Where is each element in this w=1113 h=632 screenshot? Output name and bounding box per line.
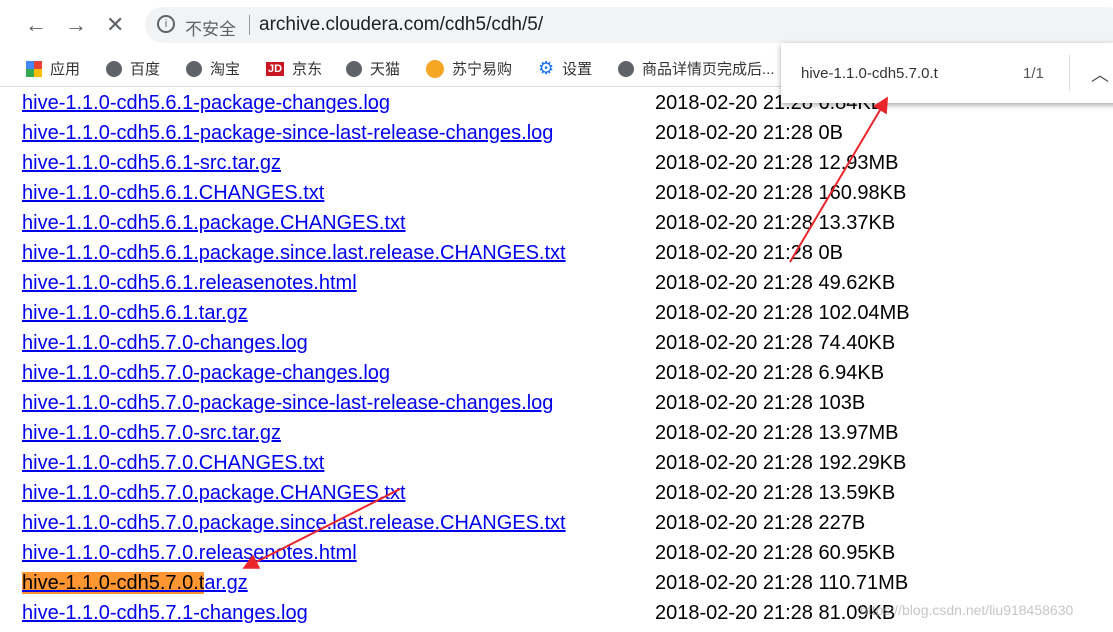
file-link[interactable]: hive-1.1.0-cdh5.6.1-src.tar.gz: [22, 152, 281, 175]
file-meta: 2018-02-20 21:28 102.04MB: [655, 302, 910, 324]
file-link[interactable]: hive-1.1.0-cdh5.7.1-changes.log: [22, 602, 308, 625]
forward-button[interactable]: →: [65, 12, 87, 38]
table-row: hive-1.1.0-cdh5.7.0.CHANGES.txt 2018-02-2…: [0, 452, 1000, 482]
bookmark-label: 商品详情页完成后...: [642, 61, 775, 78]
jd-logo-icon: JD: [266, 61, 285, 76]
bookmark-2[interactable]: 淘宝: [186, 58, 240, 79]
file-link[interactable]: hive-1.1.0-cdh5.7.0-package-since-last-r…: [22, 392, 553, 415]
file-link[interactable]: hive-1.1.0-cdh5.7.0-src.tar.gz: [22, 422, 281, 445]
table-row: hive-1.1.0-cdh5.7.0-changes.log 2018-02-2…: [0, 332, 1000, 362]
file-meta: 2018-02-20 21:28 192.29KB: [655, 452, 907, 474]
suning-icon: [426, 59, 444, 78]
file-link[interactable]: hive-1.1.0-cdh5.6.1.tar.gz: [22, 302, 248, 325]
globe-icon: [186, 60, 202, 77]
table-row: hive-1.1.0-cdh5.7.1-changes.log 2018-02-2…: [0, 602, 1000, 632]
bookmark-label: 苏宁易购: [452, 61, 513, 78]
file-link[interactable]: hive-1.1.0-cdh5.6.1.releasenotes.html: [22, 272, 357, 295]
bookmark-label: 设置: [562, 61, 593, 78]
table-row: hive-1.1.0-cdh5.7.0.package.CHANGES.txt 2…: [0, 482, 1000, 512]
file-link[interactable]: hive-1.1.0-cdh5.7.0.package.CHANGES.txt: [22, 482, 406, 505]
file-meta: 2018-02-20 21:28 0B: [655, 122, 843, 144]
table-row: hive-1.1.0-cdh5.6.1.tar.gz 2018-02-20 21:…: [0, 302, 1000, 332]
table-row: hive-1.1.0-cdh5.6.1.releasenotes.html 201…: [0, 272, 1000, 302]
file-meta: 2018-02-20 21:28 160.98KB: [655, 182, 907, 204]
file-link[interactable]: hive-1.1.0-cdh5.7.0.CHANGES.txt: [22, 452, 324, 475]
table-row: hive-1.1.0-cdh5.7.0-package-changes.log 2…: [0, 362, 1000, 392]
bookmark-3[interactable]: JD 京东: [266, 58, 322, 79]
table-row: hive-1.1.0-cdh5.7.0.package.since.last.r…: [0, 512, 1000, 542]
globe-icon: [346, 60, 362, 77]
file-link[interactable]: hive-1.1.0-cdh5.7.0.releasenotes.html: [22, 542, 357, 565]
bookmark-4[interactable]: 天猫: [346, 58, 400, 79]
table-row: hive-1.1.0-cdh5.6.1.CHANGES.txt 2018-02-2…: [0, 182, 1000, 212]
address-bar[interactable]: i 不安全 archive.cloudera.com/cdh5/cdh/5/: [145, 7, 1113, 43]
file-meta: 2018-02-20 21:28 74.40KB: [655, 332, 896, 354]
find-input[interactable]: hive-1.1.0-cdh5.7.0.t: [801, 65, 938, 82]
bookmark-label: 淘宝: [210, 61, 241, 78]
file-meta: 2018-02-20 21:28 13.37KB: [655, 212, 896, 234]
stop-button[interactable]: ✕: [106, 12, 124, 38]
globe-icon: [106, 60, 122, 77]
file-meta: 2018-02-20 21:28 13.97MB: [655, 422, 899, 444]
bookmark-6[interactable]: ⚙ 设置: [538, 58, 592, 79]
bookmark-5[interactable]: 苏宁易购: [426, 58, 512, 79]
file-meta: 2018-02-20 21:28 0B: [655, 242, 843, 264]
file-meta: 2018-02-20 21:28 110.71MB: [655, 572, 909, 594]
bookmark-label: 应用: [50, 61, 81, 78]
back-button[interactable]: ←: [25, 12, 47, 38]
find-highlight: hive-1.1.0-cdh5.7.0.t: [22, 572, 205, 594]
find-match-count: 1/1: [1023, 65, 1044, 82]
file-meta: 2018-02-20 21:28 6.94KB: [655, 362, 885, 384]
table-row: hive-1.1.0-cdh5.6.1.package.since.last.r…: [0, 242, 1000, 272]
table-row: hive-1.1.0-cdh5.7.0-src.tar.gz 2018-02-20…: [0, 422, 1000, 452]
file-meta: 2018-02-20 21:28 49.62KB: [655, 272, 896, 294]
divider: [1069, 55, 1070, 91]
chevron-up-icon[interactable]: ︿: [1091, 61, 1109, 87]
bookmark-0[interactable]: 应用: [26, 58, 80, 79]
find-bar: hive-1.1.0-cdh5.7.0.t 1/1 ︿: [781, 43, 1113, 103]
file-link[interactable]: hive-1.1.0-cdh5.6.1.package.CHANGES.txt: [22, 212, 406, 235]
globe-icon: [618, 60, 634, 77]
table-row: hive-1.1.0-cdh5.7.0.releasenotes.html 201…: [0, 542, 1000, 572]
file-link[interactable]: hive-1.1.0-cdh5.6.1-package-since-last-r…: [22, 122, 553, 145]
gear-icon: ⚙: [538, 58, 555, 78]
file-meta: 2018-02-20 21:28 13.59KB: [655, 482, 896, 504]
table-row: hive-1.1.0-cdh5.7.0-package-since-last-r…: [0, 392, 1000, 422]
bookmark-7[interactable]: 商品详情页完成后...: [618, 58, 775, 79]
table-row: hive-1.1.0-cdh5.6.1.package.CHANGES.txt 2…: [0, 212, 1000, 242]
file-link[interactable]: hive-1.1.0-cdh5.7.0-changes.log: [22, 332, 308, 355]
watermark: https://blog.csdn.net/liu918458630: [860, 602, 1074, 618]
table-row: hive-1.1.0-cdh5.7.0.tar.gz 2018-02-20 21:…: [0, 572, 1000, 602]
table-row: hive-1.1.0-cdh5.6.1-package-since-last-r…: [0, 122, 1000, 152]
file-link[interactable]: hive-1.1.0-cdh5.6.1-package-changes.log: [22, 92, 390, 115]
file-link[interactable]: hive-1.1.0-cdh5.7.0.package.since.last.r…: [22, 512, 566, 535]
table-row: hive-1.1.0-cdh5.6.1-src.tar.gz 2018-02-20…: [0, 152, 1000, 182]
divider: [249, 15, 250, 35]
file-meta: 2018-02-20 21:28 12.93MB: [655, 152, 899, 174]
apps-grid-icon: [26, 60, 42, 77]
file-meta: 2018-02-20 21:28 60.95KB: [655, 542, 896, 564]
file-link[interactable]: hive-1.1.0-cdh5.7.0-package-changes.log: [22, 362, 390, 385]
bookmark-label: 京东: [292, 61, 323, 78]
bookmark-1[interactable]: 百度: [106, 58, 160, 79]
file-meta: 2018-02-20 21:28 227B: [655, 512, 866, 534]
file-link[interactable]: hive-1.1.0-cdh5.6.1.CHANGES.txt: [22, 182, 324, 205]
file-meta: 2018-02-20 21:28 103B: [655, 392, 866, 414]
bookmark-label: 天猫: [370, 61, 401, 78]
url-text[interactable]: archive.cloudera.com/cdh5/cdh/5/: [259, 14, 543, 36]
file-link[interactable]: hive-1.1.0-cdh5.6.1.package.since.last.r…: [22, 242, 566, 265]
file-link[interactable]: hive-1.1.0-cdh5.7.0.tar.gz: [22, 572, 248, 595]
file-link-rest: ar.gz: [204, 572, 248, 594]
info-icon[interactable]: i: [157, 15, 175, 33]
security-label: 不安全: [185, 20, 236, 39]
bookmark-label: 百度: [130, 61, 161, 78]
